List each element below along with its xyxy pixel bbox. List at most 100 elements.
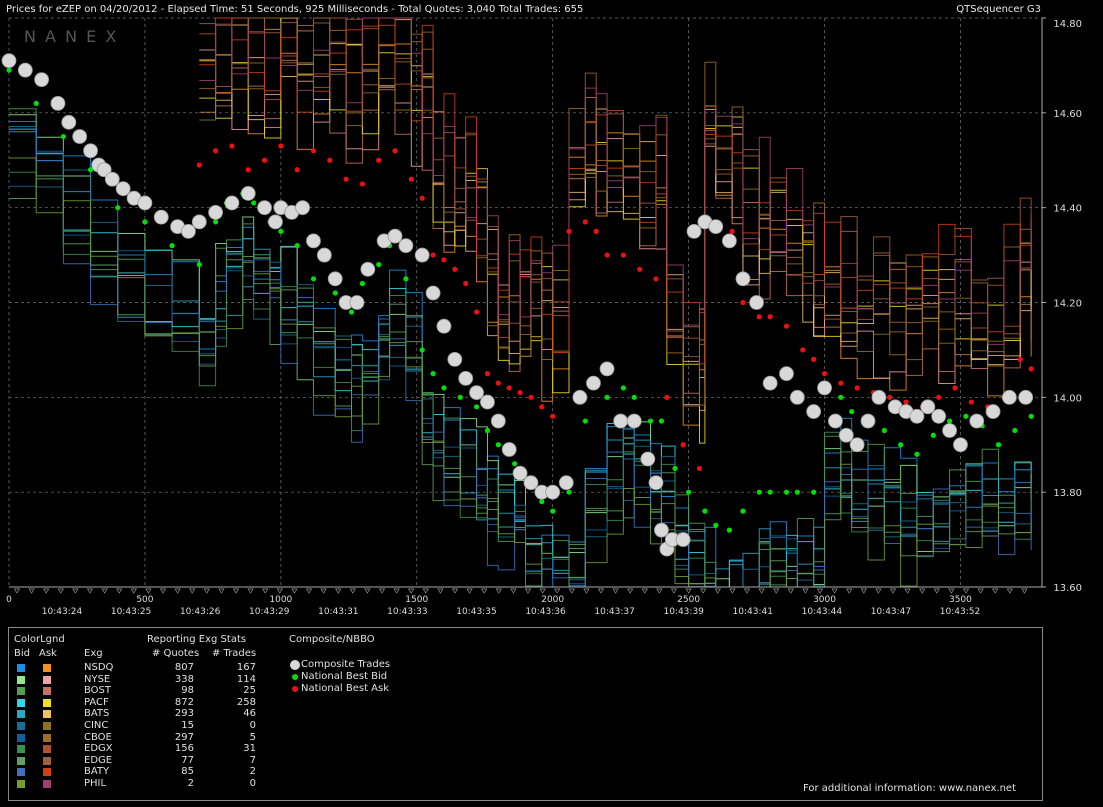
legend-exchange: PACF xyxy=(84,696,109,708)
legend-quotes: 872 xyxy=(174,696,194,708)
composite-trade-point xyxy=(675,532,691,547)
legend-trades: 5 xyxy=(249,731,256,743)
national-best-bid-point xyxy=(566,489,572,495)
national-best-ask-point xyxy=(756,314,762,320)
legend-ask-swatch xyxy=(43,698,51,707)
national-best-bid-point xyxy=(914,451,920,457)
trade-tick xyxy=(408,588,415,594)
legend-ask-swatch xyxy=(43,756,51,765)
national-best-ask-point xyxy=(294,167,300,173)
composite-trade-point xyxy=(17,62,33,78)
time-label: 10:43:36 xyxy=(525,607,566,617)
price-chart: N A N E X 14.80 14.60 14.40 14.20 14.00 13.80… xyxy=(1,17,1082,617)
national-best-ask-point xyxy=(637,266,643,272)
national-best-bid-point xyxy=(647,418,654,424)
national-best-bid-point xyxy=(995,442,1002,448)
composite-trade-point xyxy=(920,399,936,415)
national-best-ask-point xyxy=(593,228,599,234)
time-label: 10:43:47 xyxy=(871,607,911,617)
composite-trade-point xyxy=(50,95,66,111)
national-best-ask-point xyxy=(838,380,844,386)
legend-quotes: 77 xyxy=(181,754,194,766)
national-best-bid-point xyxy=(726,527,732,533)
nbbo-label: National Best Ask xyxy=(301,683,390,694)
composite-trade-point xyxy=(860,413,876,429)
national-best-bid-point xyxy=(376,261,382,268)
national-best-ask-point xyxy=(566,228,572,234)
composite-trade-point xyxy=(749,295,764,310)
legend-trades: 7 xyxy=(249,754,256,766)
national-best-bid-point xyxy=(348,309,355,315)
composite-trade-point xyxy=(387,228,403,244)
legend-quotes: 156 xyxy=(174,743,194,755)
national-best-bid-point xyxy=(473,404,480,410)
composite-trade-point xyxy=(34,72,50,88)
composite-trade-point xyxy=(224,195,240,211)
composite-trade-point xyxy=(240,186,256,201)
time-label: 10:43:26 xyxy=(180,607,221,617)
trade-tick xyxy=(13,588,21,594)
composite-trade-point xyxy=(501,442,517,457)
trade-tick xyxy=(641,588,648,594)
composite-trade-point xyxy=(654,522,669,538)
national-best-bid-point xyxy=(582,418,588,424)
national-best-ask-point xyxy=(1028,366,1034,372)
legend-exchange: BOST xyxy=(84,685,112,697)
trade-tick xyxy=(422,588,429,594)
national-best-ask-point xyxy=(310,148,317,154)
trade-tick xyxy=(627,588,634,594)
national-best-bid-point xyxy=(115,205,121,211)
legend-quotes: 85 xyxy=(181,766,194,778)
trade-tick xyxy=(335,588,342,594)
national-best-bid-point xyxy=(672,465,678,472)
national-best-bid-point xyxy=(6,67,12,73)
trade-tick xyxy=(860,588,867,594)
national-best-bid-point xyxy=(441,385,447,391)
trade-tick xyxy=(218,588,225,594)
composite-trade-point xyxy=(295,200,310,216)
legend-sub-exg: Exg xyxy=(84,648,103,659)
legend-header-color: ColorLgnd xyxy=(14,634,65,645)
national-best-bid-point xyxy=(419,347,425,353)
national-best-bid-point xyxy=(142,219,148,225)
national-best-ask-point xyxy=(408,176,414,182)
composite-trade-point xyxy=(1001,389,1017,405)
national-best-bid-point xyxy=(196,261,202,268)
nbbo-marker xyxy=(290,660,300,670)
composite-trade-point xyxy=(613,413,629,429)
national-best-bid-point xyxy=(294,243,300,249)
national-best-ask-point xyxy=(452,266,458,272)
national-best-ask-point xyxy=(767,314,773,320)
trade-tick xyxy=(685,588,692,594)
national-best-bid-point xyxy=(767,489,773,495)
legend-sub-bid: Bid xyxy=(14,648,30,659)
composite-trade-point xyxy=(104,171,120,187)
national-best-bid-point xyxy=(881,427,887,434)
national-best-ask-point xyxy=(952,385,958,391)
national-best-bid-point xyxy=(539,499,545,505)
legend-header-nbbo: Composite/NBBO xyxy=(289,634,375,645)
national-best-ask-point xyxy=(903,399,909,405)
y-tick-label: 14.00 xyxy=(1053,393,1082,404)
x-tick-label: 3000 xyxy=(813,595,836,605)
national-best-bid-point xyxy=(1028,413,1034,419)
trade-tick xyxy=(992,588,999,594)
national-best-bid-point xyxy=(310,276,317,282)
legend-bid-swatch xyxy=(17,756,25,765)
legend-quotes: 2 xyxy=(187,778,194,789)
composite-trade-point xyxy=(1,53,17,69)
national-best-ask-point xyxy=(854,385,860,391)
trade-tick xyxy=(1006,588,1013,594)
legend-exchange: NYSE xyxy=(84,673,111,685)
legend-bid-swatch xyxy=(17,722,25,730)
national-best-ask-point xyxy=(517,389,523,396)
national-best-bid-point xyxy=(1012,427,1018,434)
time-label: 10:43:33 xyxy=(387,607,427,617)
trade-tick xyxy=(656,588,663,594)
composite-trade-point xyxy=(909,408,925,424)
legend-trades: 2 xyxy=(249,766,256,778)
national-best-ask-point xyxy=(582,219,588,225)
composite-trade-point xyxy=(942,423,957,438)
nbbo-marker xyxy=(292,674,298,680)
national-best-ask-point xyxy=(821,371,828,377)
